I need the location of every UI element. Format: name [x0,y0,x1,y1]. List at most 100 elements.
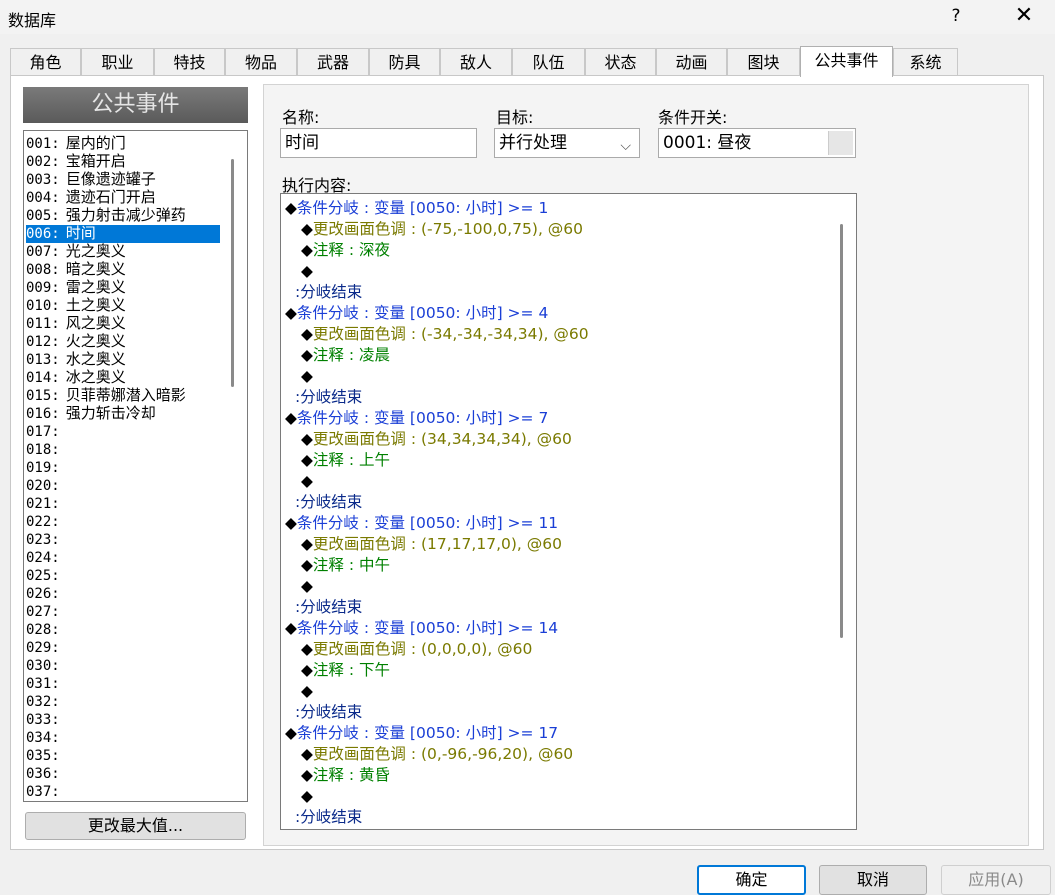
tab-3[interactable]: 特技 [154,48,225,75]
tab-11[interactable]: 图块 [727,48,800,75]
command-row[interactable]: :分岐结束 [295,492,362,512]
command-row[interactable]: ◆注释 : 下午 [301,660,390,680]
command-row[interactable]: ◆更改画面色调 : (-75,-100,0,75), @60 [301,219,583,239]
close-icon[interactable]: ✕ [1012,3,1036,28]
command-row[interactable]: ◆更改画面色调 : (0,0,0,0), @60 [301,639,532,659]
tab-12[interactable]: 公共事件 [800,46,893,77]
command-bullet-icon: ◆ [301,682,313,700]
command-row[interactable]: ◆更改画面色调 : (34,34,34,34), @60 [301,429,572,449]
tab-6[interactable]: 防具 [369,48,440,75]
tab-5[interactable]: 武器 [297,48,369,75]
tab-4[interactable]: 物品 [225,48,297,75]
cancel-button[interactable]: 取消 [819,865,927,895]
command-row[interactable]: ◆ [301,786,313,806]
list-item[interactable]: 005: 强力射击减少弹药 [26,207,220,225]
switch-picker-button[interactable] [828,131,853,155]
list-item[interactable]: 029: [26,639,220,657]
list-item[interactable]: 003: 巨像遗迹罐子 [26,171,220,189]
tab-8[interactable]: 队伍 [512,48,585,75]
tab-9[interactable]: 状态 [585,48,656,75]
list-item[interactable]: 026: [26,585,220,603]
command-row[interactable]: ◆注释 : 中午 [301,555,390,575]
command-row[interactable]: :分岐结束 [295,282,362,302]
list-item[interactable]: 031: [26,675,220,693]
list-item[interactable]: 024: [26,549,220,567]
list-item-name: 遗迹石门开启 [65,189,156,206]
list-item[interactable]: 023: [26,531,220,549]
list-item[interactable]: 008: 暗之奥义 [26,261,220,279]
name-input[interactable]: 时间 [280,128,477,158]
change-max-button[interactable]: 更改最大值... [25,812,246,840]
list-item[interactable]: 016: 强力斩击冷却 [26,405,220,423]
command-text: :分岐结束 [295,493,363,511]
list-item[interactable]: 032: [26,693,220,711]
list-item-number: 022: [26,514,60,530]
list-item[interactable]: 036: [26,765,220,783]
list-item-number: 033: [26,712,60,728]
trigger-select[interactable]: 并行处理 ⌵ [494,128,640,158]
command-row[interactable]: ◆ [301,576,313,596]
list-item[interactable]: 035: [26,747,220,765]
command-row[interactable]: ◆条件分岐 : 变量 [0050: 小时] >= 11 [285,513,558,533]
list-item[interactable]: 012: 火之奥义 [26,333,220,351]
help-button[interactable]: ? [946,6,966,26]
switch-field[interactable]: 0001: 昼夜 [658,128,856,158]
list-item[interactable]: 011: 风之奥义 [26,315,220,333]
list-item[interactable]: 034: [26,729,220,747]
list-header: 公共事件 [23,87,248,123]
list-item[interactable]: 014: 冰之奥义 [26,369,220,387]
common-event-list[interactable]: 001: 屋内的门 002: 宝箱开启 003: 巨像遗迹罐子 004: 遗迹石门开启 005:… [23,130,248,802]
command-row[interactable]: ◆ [301,261,313,281]
command-row[interactable]: ◆条件分岐 : 变量 [0050: 小时] >= 1 [285,198,548,218]
list-item[interactable]: 002: 宝箱开启 [26,153,220,171]
event-commands-list[interactable]: ◆条件分岐 : 变量 [0050: 小时] >= 1 ◆更改画面色调 : (-75… [280,193,857,830]
command-row[interactable]: :分岐结束 [295,597,362,617]
list-item[interactable]: 027: [26,603,220,621]
command-row[interactable]: ◆注释 : 深夜 [301,240,390,260]
command-row[interactable]: ◆ [301,366,313,386]
list-item[interactable]: 033: [26,711,220,729]
command-row[interactable]: :分岐结束 [295,387,362,407]
tab-13[interactable]: 系统 [893,48,958,75]
list-item[interactable]: 010: 土之奥义 [26,297,220,315]
list-item[interactable]: 013: 水之奥义 [26,351,220,369]
command-row[interactable]: ◆ [301,471,313,491]
command-row[interactable]: :分岐结束 [295,807,362,827]
list-item[interactable]: 009: 雷之奥义 [26,279,220,297]
list-item[interactable]: 022: [26,513,220,531]
tab-2[interactable]: 职业 [81,48,154,75]
command-row[interactable]: :分岐结束 [295,702,362,722]
list-item[interactable]: 017: [26,423,220,441]
list-item[interactable]: 030: [26,657,220,675]
command-row[interactable]: ◆注释 : 黄昏 [301,765,390,785]
tab-10[interactable]: 动画 [656,48,727,75]
command-row[interactable]: ◆条件分岐 : 变量 [0050: 小时] >= 17 [285,723,558,743]
list-item[interactable]: 004: 遗迹石门开启 [26,189,220,207]
list-item[interactable]: 007: 光之奥义 [26,243,220,261]
list-item[interactable]: 028: [26,621,220,639]
command-row[interactable]: ◆条件分岐 : 变量 [0050: 小时] >= 7 [285,408,548,428]
command-row[interactable]: ◆ [301,681,313,701]
command-row[interactable]: ◆注释 : 凌晨 [301,345,390,365]
list-item[interactable]: 025: [26,567,220,585]
list-item[interactable]: 015: 贝菲蒂娜潜入暗影 [26,387,220,405]
tab-7[interactable]: 敌人 [440,48,512,75]
commands-scrollbar[interactable] [840,224,843,638]
list-item[interactable]: 018: [26,441,220,459]
command-row[interactable]: ◆更改画面色调 : (17,17,17,0), @60 [301,534,562,554]
command-row[interactable]: ◆条件分岐 : 变量 [0050: 小时] >= 4 [285,303,548,323]
command-row[interactable]: ◆条件分岐 : 变量 [0050: 小时] >= 14 [285,618,558,638]
command-row[interactable]: ◆更改画面色调 : (0,-96,-96,20), @60 [301,744,573,764]
list-item[interactable]: 021: [26,495,220,513]
command-row[interactable]: ◆更改画面色调 : (-34,-34,-34,34), @60 [301,324,589,344]
command-row[interactable]: ◆注释 : 上午 [301,450,390,470]
ok-button[interactable]: 确定 [697,865,806,895]
list-item[interactable]: 019: [26,459,220,477]
list-item[interactable]: 001: 屋内的门 [26,135,220,153]
list-item[interactable]: 037: [26,783,220,801]
list-item[interactable]: 020: [26,477,220,495]
list-scrollbar[interactable] [231,159,234,387]
tab-1[interactable]: 角色 [10,48,81,75]
apply-button[interactable]: 应用(A) [941,865,1051,895]
list-item[interactable]: 006: 时间 [26,225,220,243]
